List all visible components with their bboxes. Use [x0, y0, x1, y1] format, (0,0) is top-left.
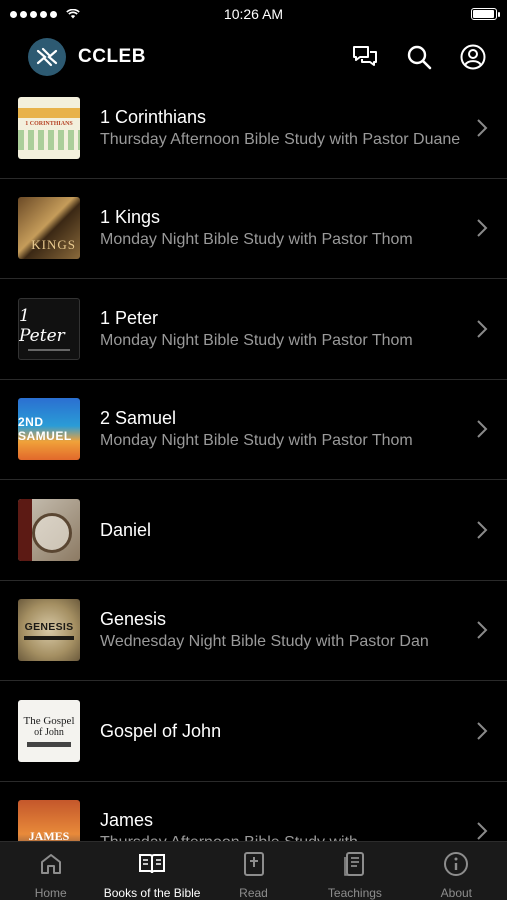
book-thumbnail: 1 CORINTHIANS: [18, 96, 80, 159]
list-item[interactable]: 1 Peter 1 Peter Monday Night Bible Study…: [0, 279, 507, 380]
home-icon: [37, 850, 65, 878]
list-item[interactable]: Daniel: [0, 480, 507, 581]
teachings-icon: [341, 850, 369, 878]
bible-icon: [240, 850, 268, 878]
book-thumbnail: 1 Peter: [18, 297, 80, 360]
ccleb-logo-icon: [28, 38, 66, 76]
book-title: 1 Corinthians: [100, 106, 207, 127]
app-title: CCLEB: [78, 46, 146, 67]
list-item[interactable]: KINGS 1 Kings Monday Night Bible Study w…: [0, 179, 507, 279]
account-icon[interactable]: [457, 41, 489, 73]
book-subtitle: Wednesday Night Bible Study with Pastor …: [100, 633, 429, 651]
book-subtitle: Thursday Afternoon Bible Study with Past…: [100, 130, 461, 148]
chevron-right-icon: [477, 119, 488, 137]
info-icon: [442, 850, 470, 878]
book-subtitle: Monday Night Bible Study with Pastor Tho…: [100, 331, 413, 349]
chevron-right-icon: [477, 722, 488, 740]
book-thumbnail: KINGS: [18, 197, 80, 260]
book-thumbnail: 2ND SAMUEL: [18, 398, 80, 461]
book-title: 1 Peter: [100, 307, 159, 328]
book-thumbnail: The Gospel of John: [18, 699, 80, 762]
book-subtitle: Monday Night Bible Study with Pastor Tho…: [100, 432, 413, 450]
tab-home[interactable]: Home: [0, 842, 101, 900]
book-title: Gospel of John: [100, 720, 222, 741]
book-title: James: [100, 810, 154, 831]
list-item[interactable]: The Gospel of John Gospel of John: [0, 681, 507, 782]
chevron-right-icon: [477, 420, 488, 438]
book-thumbnail: [18, 498, 80, 561]
book-thumbnail: JAMES: [18, 800, 80, 841]
book-subtitle: Thursday Afternoon Bible Study with: [100, 832, 475, 841]
search-icon[interactable]: [403, 41, 435, 73]
book-title: 2 Samuel: [100, 408, 177, 429]
chevron-right-icon: [477, 521, 488, 539]
book-title: Genesis: [100, 609, 167, 630]
chevron-right-icon: [477, 219, 488, 237]
list-item[interactable]: GENESIS Genesis Wednesday Night Bible St…: [0, 581, 507, 681]
tab-about[interactable]: About: [406, 842, 507, 900]
chevron-right-icon: [477, 822, 488, 840]
battery-icon: [471, 8, 500, 20]
chevron-right-icon: [477, 320, 488, 338]
list-item[interactable]: 1 CORINTHIANS 1 Corinthians Thursday Aft…: [0, 78, 507, 179]
books-list[interactable]: 1 CORINTHIANS 1 Corinthians Thursday Aft…: [0, 78, 507, 841]
chat-icon[interactable]: [349, 41, 381, 73]
book-open-icon: [138, 850, 166, 878]
book-thumbnail: GENESIS: [18, 599, 80, 662]
tab-books-of-the-bible[interactable]: Books of the Bible: [101, 842, 202, 900]
list-item[interactable]: JAMES James Thursday Afternoon Bible Stu…: [0, 782, 507, 841]
list-item[interactable]: 2ND SAMUEL 2 Samuel Monday Night Bible S…: [0, 380, 507, 480]
tab-teachings[interactable]: Teachings: [304, 842, 405, 900]
book-subtitle: Monday Night Bible Study with Pastor Tho…: [100, 231, 413, 249]
tab-bar: Home Books of the Bible Read Teachings A…: [0, 841, 507, 900]
book-title: Daniel: [100, 519, 152, 540]
status-time: 10:26 AM: [223, 6, 284, 22]
book-title: 1 Kings: [100, 207, 161, 228]
tab-read[interactable]: Read: [203, 842, 304, 900]
chevron-right-icon: [477, 621, 488, 639]
status-bar: 10:26 AM: [0, 0, 507, 28]
